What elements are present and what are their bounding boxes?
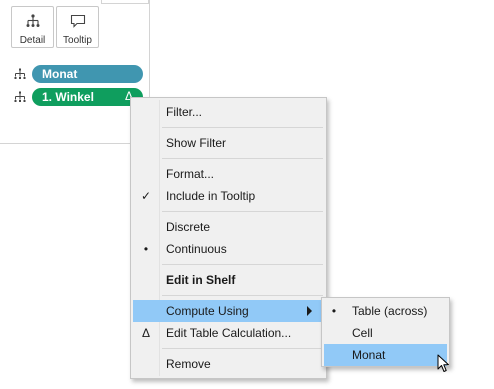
hierarchy-icon	[14, 91, 26, 103]
submenu-item-cell[interactable]: Cell	[324, 322, 447, 344]
tooltip-icon	[70, 13, 86, 29]
menu-item-discrete[interactable]: Discrete	[133, 216, 324, 238]
checkmark-icon: ✓	[140, 189, 152, 203]
menu-separator	[162, 158, 323, 159]
pill-monat[interactable]: Monat	[32, 65, 143, 83]
detail-button[interactable]: Detail	[11, 6, 54, 48]
radio-bullet-icon: •	[143, 242, 149, 256]
submenu-item-table-across[interactable]: • Table (across)	[324, 300, 447, 322]
marks-card: Detail Tooltip Monat 1. Winkel Δ	[0, 0, 150, 144]
menu-item-filter[interactable]: Filter...	[133, 101, 324, 123]
mouse-cursor-icon	[437, 354, 451, 377]
menu-item-format[interactable]: Format...	[133, 163, 324, 185]
submenu-item-monat[interactable]: Monat	[324, 344, 447, 366]
menu-item-remove[interactable]: Remove	[133, 353, 324, 375]
tooltip-label: Tooltip	[63, 35, 92, 46]
menu-item-edit-in-shelf[interactable]: Edit in Shelf	[133, 269, 324, 291]
pill-row-winkel: 1. Winkel Δ	[14, 88, 143, 106]
menu-item-include-in-tooltip[interactable]: ✓ Include in Tooltip	[133, 185, 324, 207]
hierarchy-icon	[14, 68, 26, 80]
pill-row-monat: Monat	[14, 65, 143, 83]
pill-monat-label: Monat	[42, 67, 78, 81]
menu-separator	[162, 127, 323, 128]
menu-separator	[162, 295, 323, 296]
menu-separator	[162, 348, 323, 349]
pill-winkel[interactable]: 1. Winkel Δ	[32, 88, 143, 106]
menu-item-compute-using[interactable]: Compute Using	[133, 300, 324, 322]
panel-tab-stub	[101, 0, 149, 4]
tooltip-button[interactable]: Tooltip	[56, 6, 99, 48]
submenu-arrow-icon	[307, 306, 312, 316]
compute-using-submenu: • Table (across) Cell Monat	[321, 297, 450, 367]
pill-winkel-label: 1. Winkel	[42, 90, 94, 104]
detail-label: Detail	[19, 35, 46, 46]
menu-item-edit-table-calculation[interactable]: Δ Edit Table Calculation...	[133, 322, 324, 344]
menu-item-show-filter[interactable]: Show Filter	[133, 132, 324, 154]
menu-separator	[162, 264, 323, 265]
detail-icon	[26, 13, 40, 29]
menu-separator	[162, 211, 323, 212]
radio-bullet-icon: •	[331, 304, 337, 318]
delta-icon: Δ	[141, 326, 150, 340]
menu-item-continuous[interactable]: • Continuous	[133, 238, 324, 260]
context-menu: Filter... Show Filter Format... ✓ Includ…	[130, 97, 327, 379]
